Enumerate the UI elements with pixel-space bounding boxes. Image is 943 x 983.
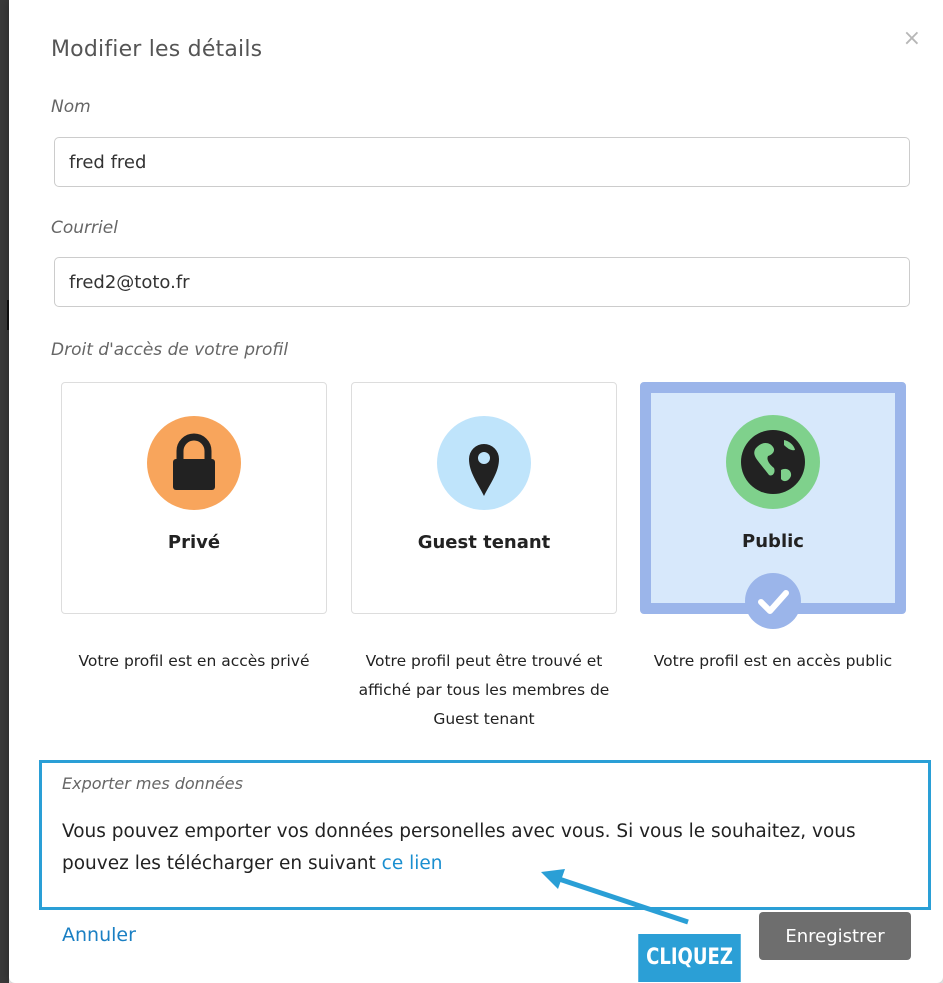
edit-details-modal: Modifier les détails × Nom Courriel Droi… — [9, 0, 943, 983]
name-label: Nom — [51, 97, 91, 117]
access-option-description: Votre profil peut être trouvé et affiché… — [358, 652, 610, 728]
access-option-description: Votre profil est en accès privé — [78, 652, 310, 670]
name-input[interactable] — [54, 137, 910, 187]
lock-icon — [147, 416, 241, 510]
checkmark-icon — [745, 573, 801, 629]
globe-icon — [726, 415, 820, 509]
export-data-section: Exporter mes données Vous pouvez emporte… — [39, 760, 931, 910]
export-data-description: Vous pouvez emporter vos données persone… — [62, 821, 856, 874]
cliquez-callout: CLIQUEZ — [638, 934, 741, 982]
close-icon[interactable]: × — [903, 26, 921, 51]
cancel-button[interactable]: Annuler — [62, 924, 136, 946]
access-option-description: Votre profil est en accès public — [653, 652, 893, 670]
window-edge — [0, 0, 9, 983]
access-option-title: Privé — [167, 532, 221, 553]
access-option-public[interactable]: Public — [640, 382, 906, 629]
save-button[interactable]: Enregistrer — [759, 912, 911, 960]
export-data-label: Exporter mes données — [62, 774, 243, 793]
email-input[interactable] — [54, 257, 910, 307]
access-option-title: Guest tenant — [417, 532, 551, 553]
export-data-text: Vous pouvez emporter vos données persone… — [62, 816, 912, 880]
modal-title: Modifier les détails — [51, 37, 263, 62]
access-option-private[interactable]: Privé — [61, 382, 327, 614]
access-option-guest-tenant[interactable]: Guest tenant — [351, 382, 617, 614]
map-pin-icon — [437, 416, 531, 510]
export-data-link[interactable]: ce lien — [382, 853, 443, 874]
email-label: Courriel — [51, 218, 118, 238]
access-option-title: Public — [742, 531, 804, 552]
access-rights-label: Droit d'accès de votre profil — [51, 340, 289, 360]
